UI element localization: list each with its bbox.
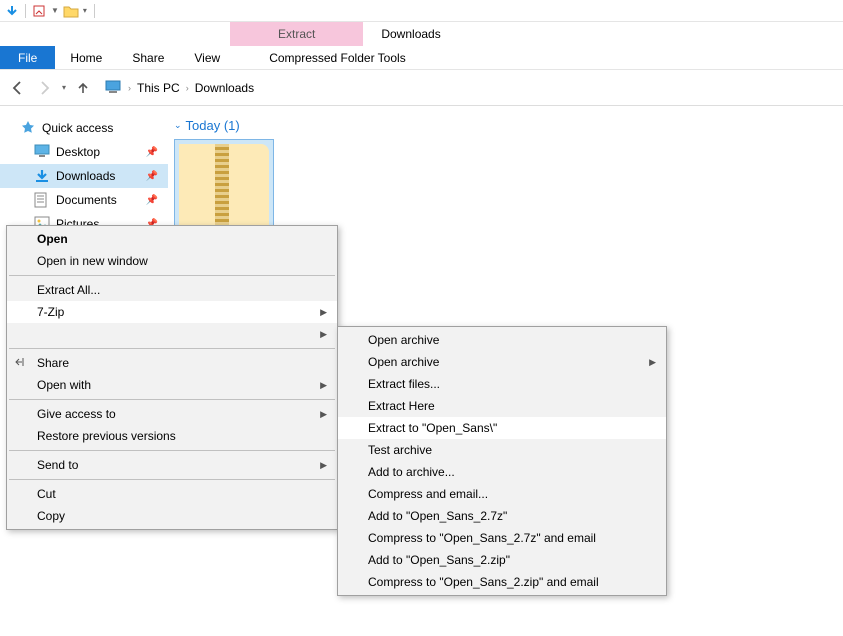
tab-home[interactable]: Home (55, 46, 117, 69)
pin-icon: 📌 (146, 147, 158, 158)
tab-view[interactable]: View (179, 46, 235, 69)
cm-7z-compress-zip-email[interactable]: Compress to "Open_Sans_2.zip" and email (338, 571, 666, 593)
chevron-right-icon: ▶ (320, 409, 327, 420)
qat-customize-dropdown-icon[interactable]: ▾ (81, 6, 89, 15)
cm-7z-compress-7z-email[interactable]: Compress to "Open_Sans_2.7z" and email (338, 527, 666, 549)
chevron-right-icon: ▶ (320, 380, 327, 391)
titlebar: ▼ ▾ (0, 0, 843, 22)
sidebar-quick-access[interactable]: Quick access (0, 116, 168, 140)
star-icon (20, 120, 36, 136)
cm-separator (9, 450, 335, 451)
documents-icon (34, 192, 50, 208)
cm-restore-previous-versions[interactable]: Restore previous versions (7, 425, 337, 447)
pin-icon: 📌 (146, 171, 158, 182)
cm-extract-all[interactable]: Extract All... (7, 279, 337, 301)
context-menu-7zip-submenu: Open archive Open archive▶ Extract files… (337, 326, 667, 596)
cm-send-to[interactable]: Send to▶ (7, 454, 337, 476)
cm-7z-test-archive[interactable]: Test archive (338, 439, 666, 461)
properties-icon[interactable] (31, 3, 47, 19)
desktop-icon (34, 144, 50, 160)
cm-7z-add-to-archive[interactable]: Add to archive... (338, 461, 666, 483)
qat-separator (25, 4, 26, 18)
contextual-tab-row: Extract Downloads (0, 22, 843, 46)
sidebar-item-label: Documents (56, 193, 117, 207)
cm-separator (9, 348, 335, 349)
nav-up-button[interactable] (72, 77, 94, 99)
chevron-right-icon: ▶ (320, 460, 327, 471)
cm-blank-submenu[interactable]: ▶ (7, 323, 337, 345)
cm-separator (9, 275, 335, 276)
breadcrumb[interactable]: › This PC › Downloads (100, 79, 254, 97)
cm-7z-extract-to-folder[interactable]: Extract to "Open_Sans\" (338, 417, 666, 439)
qat-separator (94, 4, 95, 18)
ribbon-tabs: File Home Share View Compressed Folder T… (0, 46, 843, 70)
chevron-right-icon[interactable]: › (182, 83, 193, 93)
sidebar-item-documents[interactable]: Documents 📌 (0, 188, 168, 212)
chevron-right-icon[interactable]: › (124, 83, 135, 93)
window-title: Downloads (363, 22, 458, 46)
tab-share[interactable]: Share (117, 46, 179, 69)
cm-give-access-to[interactable]: Give access to▶ (7, 403, 337, 425)
downloads-icon (34, 168, 50, 184)
breadcrumb-pc-icon (104, 79, 122, 97)
cm-cut[interactable]: Cut (7, 483, 337, 505)
sidebar-item-label: Downloads (56, 169, 115, 183)
qat-dropdown-icon[interactable]: ▼ (49, 6, 61, 15)
sidebar-item-label: Desktop (56, 145, 100, 159)
folder-icon[interactable] (63, 3, 79, 19)
breadcrumb-current[interactable]: Downloads (195, 81, 254, 95)
context-menu-primary: Open Open in new window Extract All... 7… (6, 225, 338, 530)
nav-back-button[interactable] (6, 77, 28, 99)
breadcrumb-root[interactable]: This PC (137, 81, 180, 95)
group-header-today[interactable]: ⌄ Today (1) (174, 114, 843, 139)
down-arrow-icon[interactable] (4, 3, 20, 19)
nav-forward-button[interactable] (34, 77, 56, 99)
cm-7z-open-archive[interactable]: Open archive (338, 329, 666, 351)
sidebar-item-desktop[interactable]: Desktop 📌 (0, 140, 168, 164)
nav-bar: ▾ › This PC › Downloads (0, 70, 843, 106)
tab-compressed-folder-tools[interactable]: Compressed Folder Tools (249, 46, 426, 69)
share-icon (13, 355, 29, 371)
tab-file[interactable]: File (0, 46, 55, 69)
quick-access-toolbar: ▼ ▾ (0, 3, 98, 19)
pin-icon: 📌 (146, 195, 158, 206)
chevron-down-icon: ⌄ (174, 120, 182, 131)
cm-7zip[interactable]: 7-Zip▶ (7, 301, 337, 323)
group-header-label: Today (1) (186, 118, 240, 133)
cm-7z-compress-email[interactable]: Compress and email... (338, 483, 666, 505)
cm-7z-extract-here[interactable]: Extract Here (338, 395, 666, 417)
contextual-tab-extract: Extract (230, 22, 363, 46)
cm-7z-extract-files[interactable]: Extract files... (338, 373, 666, 395)
cm-7z-add-to-zip[interactable]: Add to "Open_Sans_2.zip" (338, 549, 666, 571)
cm-separator (9, 399, 335, 400)
chevron-right-icon: ▶ (320, 307, 327, 318)
cm-open-with[interactable]: Open with▶ (7, 374, 337, 396)
cm-7z-add-to-7z[interactable]: Add to "Open_Sans_2.7z" (338, 505, 666, 527)
sidebar-item-downloads[interactable]: Downloads 📌 (0, 164, 168, 188)
sidebar-quick-access-label: Quick access (42, 121, 113, 135)
cm-copy[interactable]: Copy (7, 505, 337, 527)
chevron-right-icon: ▶ (649, 357, 656, 368)
cm-7z-open-archive-sub[interactable]: Open archive▶ (338, 351, 666, 373)
chevron-right-icon: ▶ (320, 329, 327, 340)
cm-open[interactable]: Open (7, 228, 337, 250)
cm-separator (9, 479, 335, 480)
zip-file-icon (179, 144, 269, 234)
nav-history-dropdown[interactable]: ▾ (62, 83, 66, 92)
cm-share[interactable]: Share (7, 352, 337, 374)
cm-open-new-window[interactable]: Open in new window (7, 250, 337, 272)
